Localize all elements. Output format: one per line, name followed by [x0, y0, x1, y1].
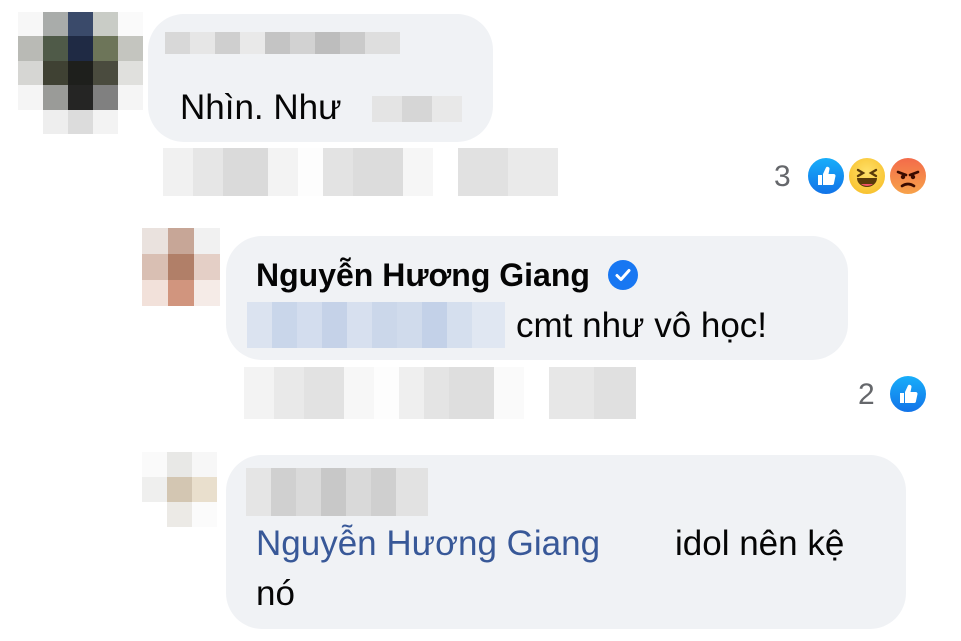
haha-icon[interactable]: [846, 155, 888, 197]
mention-link[interactable]: Nguyễn Hương Giang: [256, 524, 600, 564]
comment-actions[interactable]: [244, 367, 636, 419]
comment-actions[interactable]: [163, 148, 558, 196]
comment-text-line-2: nó: [256, 574, 295, 613]
reaction-count[interactable]: 2: [858, 378, 875, 412]
verified-badge-icon: [608, 260, 638, 290]
blurred-author-name[interactable]: [165, 32, 400, 54]
blurred-mention[interactable]: [247, 302, 505, 348]
avatar[interactable]: [18, 12, 143, 134]
like-icon[interactable]: [887, 373, 929, 415]
reaction-count[interactable]: 3: [774, 160, 791, 194]
comment-text: Nhìn. Như: [180, 88, 342, 127]
comment-text-line-1: idol nên kệ: [675, 524, 845, 563]
blurred-author-name[interactable]: [246, 468, 428, 516]
angry-icon[interactable]: [887, 155, 929, 197]
avatar[interactable]: [142, 228, 220, 306]
blurred-word: [372, 96, 462, 122]
avatar[interactable]: [142, 452, 217, 527]
comment-text: cmt như vô học!: [516, 306, 768, 345]
author-name[interactable]: Nguyễn Hương Giang: [256, 256, 590, 294]
like-icon[interactable]: [805, 155, 847, 197]
